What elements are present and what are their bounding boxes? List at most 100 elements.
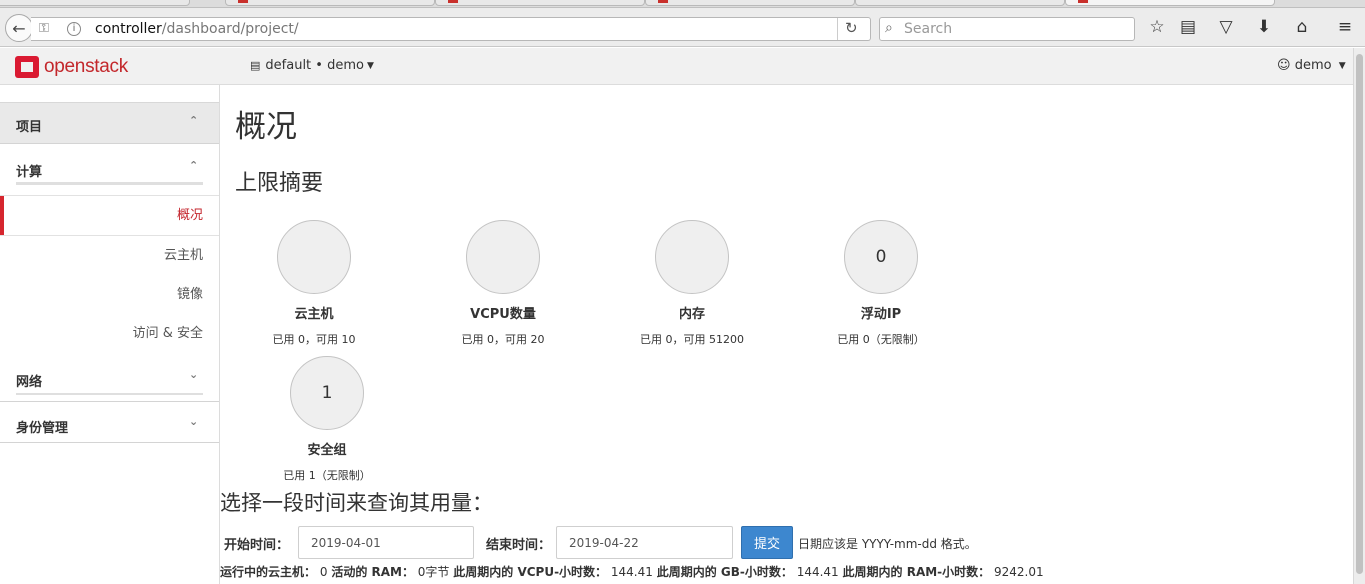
key-icon[interactable]: ⚿ bbox=[39, 21, 49, 36]
usage-period-title: 选择一段时间来查询其用量： bbox=[220, 491, 493, 515]
user-name: demo bbox=[1294, 58, 1332, 73]
quota-name: 安全组 bbox=[307, 443, 347, 458]
sidebar-item-instances[interactable]: 云主机 bbox=[0, 236, 219, 275]
active-ram-value: 0字节 bbox=[417, 565, 450, 579]
end-date-input[interactable] bbox=[556, 526, 733, 559]
sidebar: 项目 ⌃ 计算 ⌃ 概况 云主机 镜像 访问 & 安全 网络 ⌄ 身份管理 ⌄ bbox=[0, 85, 220, 584]
gb-hours-value: 144.41 bbox=[796, 565, 839, 579]
quota-pie-chart bbox=[655, 220, 729, 294]
user-menu[interactable]: ☺ demo ▼ bbox=[1277, 58, 1346, 73]
reload-icon[interactable]: ↻ bbox=[845, 19, 858, 37]
tab-favicon-icon bbox=[448, 0, 458, 3]
chevron-up-icon: ⌃ bbox=[189, 159, 199, 172]
chevron-down-icon: ⌄ bbox=[189, 415, 199, 428]
info-icon[interactable]: i bbox=[67, 22, 81, 36]
active-ram-label: 活动的 RAM： bbox=[331, 565, 414, 579]
ram-hours-value: 9242.01 bbox=[994, 565, 1044, 579]
sidebar-item-label: 云主机 bbox=[163, 248, 203, 263]
quota-name: VCPU数量 bbox=[470, 307, 536, 322]
sidebar-group-label: 网络 bbox=[16, 375, 43, 390]
user-icon: ☺ bbox=[1277, 58, 1291, 73]
url-bar[interactable]: ⚿ i controller/dashboard/project/ ↻ bbox=[31, 17, 871, 41]
reading-list-icon[interactable]: ▤ bbox=[1177, 16, 1199, 38]
end-date-label: 结束时间： bbox=[486, 538, 552, 553]
page-title: 概况 bbox=[235, 109, 297, 145]
sidebar-item-overview[interactable]: 概况 bbox=[0, 196, 219, 235]
main-content: 概况 上限摘要 云主机 已用 0，可用 10 VCPU数量 已用 0，可用 20… bbox=[220, 85, 1353, 584]
sidebar-group-underline bbox=[16, 182, 203, 185]
sidebar-item-label: 访问 & 安全 bbox=[132, 326, 203, 341]
submit-button[interactable]: 提交 bbox=[741, 526, 793, 559]
url-text[interactable]: controller/dashboard/project/ bbox=[95, 21, 299, 37]
chevron-down-icon: ⌄ bbox=[189, 368, 199, 381]
quota-stat: 已用 0，可用 20 bbox=[461, 333, 545, 346]
quota-pie-security-groups: 1 安全组 已用 1（无限制） bbox=[232, 356, 422, 483]
search-placeholder: Search bbox=[904, 21, 953, 37]
sidebar-section-project[interactable]: 项目 ⌃ bbox=[0, 103, 219, 144]
sidebar-section-identity[interactable]: 身份管理 ⌄ bbox=[0, 402, 219, 443]
search-input[interactable]: ⌕ Search bbox=[879, 17, 1135, 41]
bookmark-star-icon[interactable]: ☆ bbox=[1146, 16, 1168, 38]
project-list-icon: ▤ bbox=[250, 59, 261, 72]
scrollbar-thumb[interactable] bbox=[1356, 54, 1363, 574]
sidebar-group-network[interactable]: 网络 ⌄ bbox=[0, 353, 219, 402]
quota-pie-floating-ip: 0 浮动IP 已用 0（无限制） bbox=[786, 220, 976, 347]
browser-tab-active[interactable] bbox=[1065, 0, 1275, 6]
tab-favicon-icon bbox=[1078, 0, 1088, 3]
browser-tab[interactable] bbox=[435, 0, 645, 6]
vcpu-hours-value: 144.41 bbox=[610, 565, 653, 579]
browser-tab[interactable] bbox=[0, 0, 190, 6]
gb-hours-label: 此周期内的 GB-小时数： bbox=[656, 565, 793, 579]
quota-pie-chart: 1 bbox=[290, 356, 364, 430]
browser-tab-strip bbox=[0, 0, 1365, 8]
url-divider bbox=[837, 18, 838, 40]
quota-pie-chart: 0 bbox=[844, 220, 918, 294]
chevron-up-icon: ⌃ bbox=[189, 114, 199, 127]
sidebar-item-label: 镜像 bbox=[176, 287, 203, 302]
browser-tab[interactable] bbox=[225, 0, 435, 6]
sidebar-group-compute[interactable]: 计算 ⌃ bbox=[0, 144, 219, 189]
pocket-icon[interactable]: ▽ bbox=[1215, 16, 1237, 38]
sidebar-group-label: 计算 bbox=[16, 165, 43, 180]
search-icon: ⌕ bbox=[885, 20, 893, 36]
caret-down-icon: ▼ bbox=[366, 60, 374, 71]
project-selector[interactable]: ▤ default • demo ▼ bbox=[250, 58, 374, 73]
home-icon[interactable]: ⌂ bbox=[1291, 16, 1313, 38]
quota-stat: 已用 0，可用 10 bbox=[272, 333, 356, 346]
page-scrollbar[interactable] bbox=[1353, 48, 1365, 584]
browser-tab[interactable] bbox=[855, 0, 1065, 6]
sidebar-top-gap bbox=[0, 85, 219, 103]
usage-date-form: 开始时间： 结束时间： 提交 日期应该是 YYYY-mm-dd 格式。 bbox=[224, 526, 1324, 560]
menu-hamburger-icon[interactable]: ≡ bbox=[1334, 16, 1356, 38]
app-header: openstack ▤ default • demo ▼ ☺ demo ▼ bbox=[0, 48, 1353, 85]
ram-hours-label: 此周期内的 RAM-小时数： bbox=[842, 565, 991, 579]
quota-stat: 已用 0（无限制） bbox=[837, 333, 925, 346]
back-arrow-icon: ← bbox=[12, 18, 26, 38]
openstack-logo[interactable]: openstack bbox=[15, 55, 128, 79]
quota-name: 云主机 bbox=[294, 307, 334, 322]
back-button[interactable]: ← bbox=[5, 14, 33, 42]
quota-name: 浮动IP bbox=[860, 307, 902, 322]
download-icon[interactable]: ⬇ bbox=[1253, 16, 1275, 38]
limit-summary-title: 上限摘要 bbox=[235, 171, 324, 196]
start-date-input[interactable] bbox=[298, 526, 474, 559]
browser-tab[interactable] bbox=[645, 0, 855, 6]
start-date-label: 开始时间： bbox=[224, 538, 290, 553]
openstack-logo-icon bbox=[15, 56, 39, 78]
tab-favicon-icon bbox=[238, 0, 248, 3]
url-path: /dashboard/project/ bbox=[161, 21, 299, 37]
sidebar-item-label: 概况 bbox=[176, 208, 203, 223]
sidebar-section-label: 身份管理 bbox=[16, 421, 69, 436]
vcpu-hours-label: 此周期内的 VCPU-小时数： bbox=[453, 565, 608, 579]
quota-stat: 已用 0，可用 51200 bbox=[640, 333, 744, 346]
quota-name: 内存 bbox=[678, 307, 705, 322]
active-instances-label: 运行中的云主机： bbox=[220, 565, 317, 579]
quota-stat: 已用 1（无限制） bbox=[283, 469, 371, 482]
logo-text: openstack bbox=[44, 56, 128, 77]
date-format-hint: 日期应该是 YYYY-mm-dd 格式。 bbox=[798, 537, 977, 551]
quota-pie-chart bbox=[277, 220, 351, 294]
sidebar-item-access-security[interactable]: 访问 & 安全 bbox=[0, 314, 219, 353]
quota-pie-vcpus: VCPU数量 已用 0，可用 20 bbox=[408, 220, 598, 347]
sidebar-item-images[interactable]: 镜像 bbox=[0, 275, 219, 314]
quota-pie-ram: 内存 已用 0，可用 51200 bbox=[597, 220, 787, 347]
